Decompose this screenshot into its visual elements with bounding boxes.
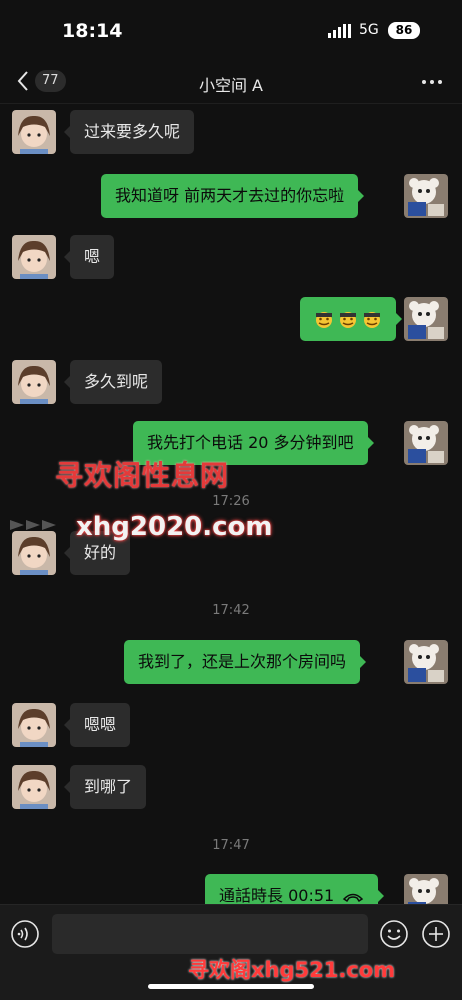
message-bubble-incoming[interactable]: 嗯嗯 (63, 703, 131, 747)
message-input[interactable] (52, 914, 368, 954)
emoji-icon[interactable] (379, 919, 409, 949)
more-icon[interactable] (420, 72, 444, 92)
watermark-bottom: 寻欢阁xhg521.com (188, 958, 396, 982)
my-avatar[interactable] (404, 874, 448, 904)
message-timestamp: 17:26 (212, 494, 250, 509)
my-avatar[interactable] (404, 174, 448, 218)
chat-title: 小空间 A (198, 76, 264, 95)
contact-avatar[interactable] (12, 235, 56, 279)
status-bar: 18:14 5G 86 (0, 0, 462, 60)
message-bubble-incoming[interactable]: 多久到呢 (63, 360, 163, 404)
sweat-smile-icon (340, 312, 356, 328)
message-bubble-incoming[interactable]: 过来要多久呢 (63, 110, 195, 154)
plus-icon[interactable] (421, 919, 451, 949)
call-duration-label: 通話時長 00:51 (219, 886, 335, 904)
watermark-text: 寻欢阁性息网 (55, 459, 230, 492)
status-time: 18:14 (62, 20, 123, 42)
message-timestamp: 17:42 (212, 603, 250, 618)
phone-hangup-icon (343, 893, 364, 902)
home-indicator[interactable] (148, 984, 314, 989)
contact-avatar[interactable] (12, 703, 56, 747)
sweat-smile-icon (364, 312, 380, 328)
contact-avatar[interactable] (12, 360, 56, 404)
sweat-smile-icon (316, 312, 332, 328)
network-type: 5G (359, 22, 379, 38)
battery-level: 86 (388, 22, 420, 39)
message-bubble-incoming[interactable]: 嗯 (63, 235, 115, 279)
voice-icon[interactable] (10, 919, 40, 949)
watermark-url: xhg2020.com (76, 512, 273, 542)
contact-avatar[interactable] (12, 765, 56, 809)
message-bubble-outgoing[interactable]: 我知道呀 前两天才去过的你忘啦 (101, 174, 365, 218)
my-avatar[interactable] (404, 640, 448, 684)
message-bubble-outgoing[interactable] (300, 297, 402, 341)
contact-avatar[interactable] (12, 531, 56, 575)
message-bubble-outgoing[interactable]: 我到了，还是上次那个房间吗 (124, 640, 367, 684)
message-list[interactable]: 过来要多久呢 我知道呀 前两天才去过的你忘啦 嗯 多久到呢 我先打个电话 20 … (0, 104, 462, 904)
message-bubble-incoming[interactable]: 到哪了 (63, 765, 147, 809)
watermark-arrows-icon (10, 520, 56, 530)
call-record-bubble[interactable]: 通話時長 00:51 (205, 874, 385, 904)
contact-avatar[interactable] (12, 110, 56, 154)
signal-icon (328, 24, 351, 38)
chat-header: 77 小空间 A (0, 60, 462, 104)
message-timestamp: 17:47 (212, 838, 250, 853)
my-avatar[interactable] (404, 421, 448, 465)
my-avatar[interactable] (404, 297, 448, 341)
